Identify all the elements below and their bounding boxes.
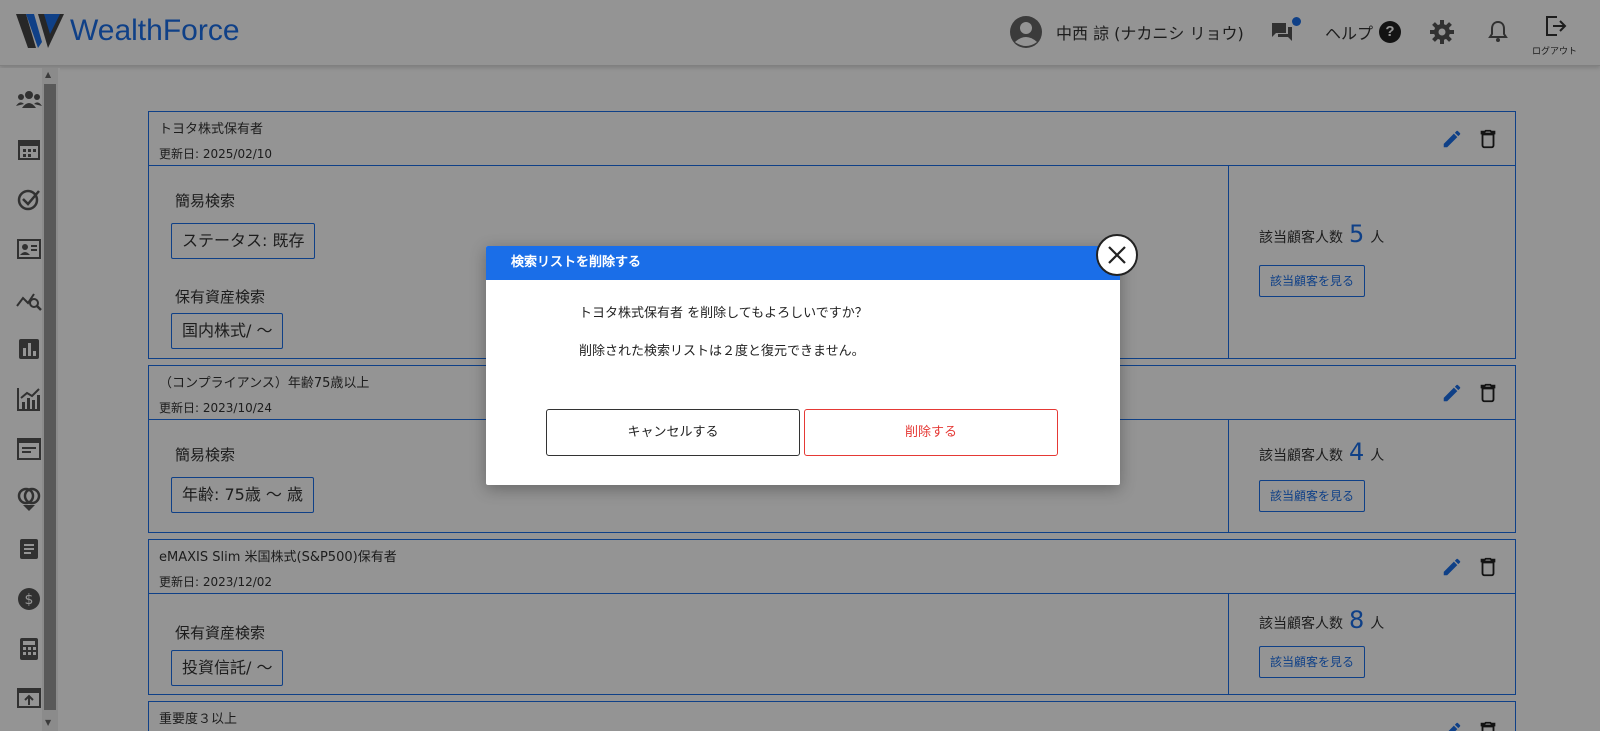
close-dialog-button[interactable]: [1096, 234, 1138, 276]
dialog-title: 検索リストを削除する: [486, 246, 1120, 280]
delete-button[interactable]: 削除する: [804, 409, 1058, 456]
delete-confirm-dialog: 検索リストを削除する トヨタ株式保有者 を削除してもよろしいですか？ 削除された…: [486, 246, 1120, 485]
confirm-message: トヨタ株式保有者 を削除してもよろしいですか？: [579, 306, 868, 321]
warning-message: 削除された検索リストは２度と復元できません。: [579, 344, 865, 359]
cancel-button[interactable]: キャンセルする: [546, 409, 800, 456]
close-icon: [1108, 246, 1126, 264]
